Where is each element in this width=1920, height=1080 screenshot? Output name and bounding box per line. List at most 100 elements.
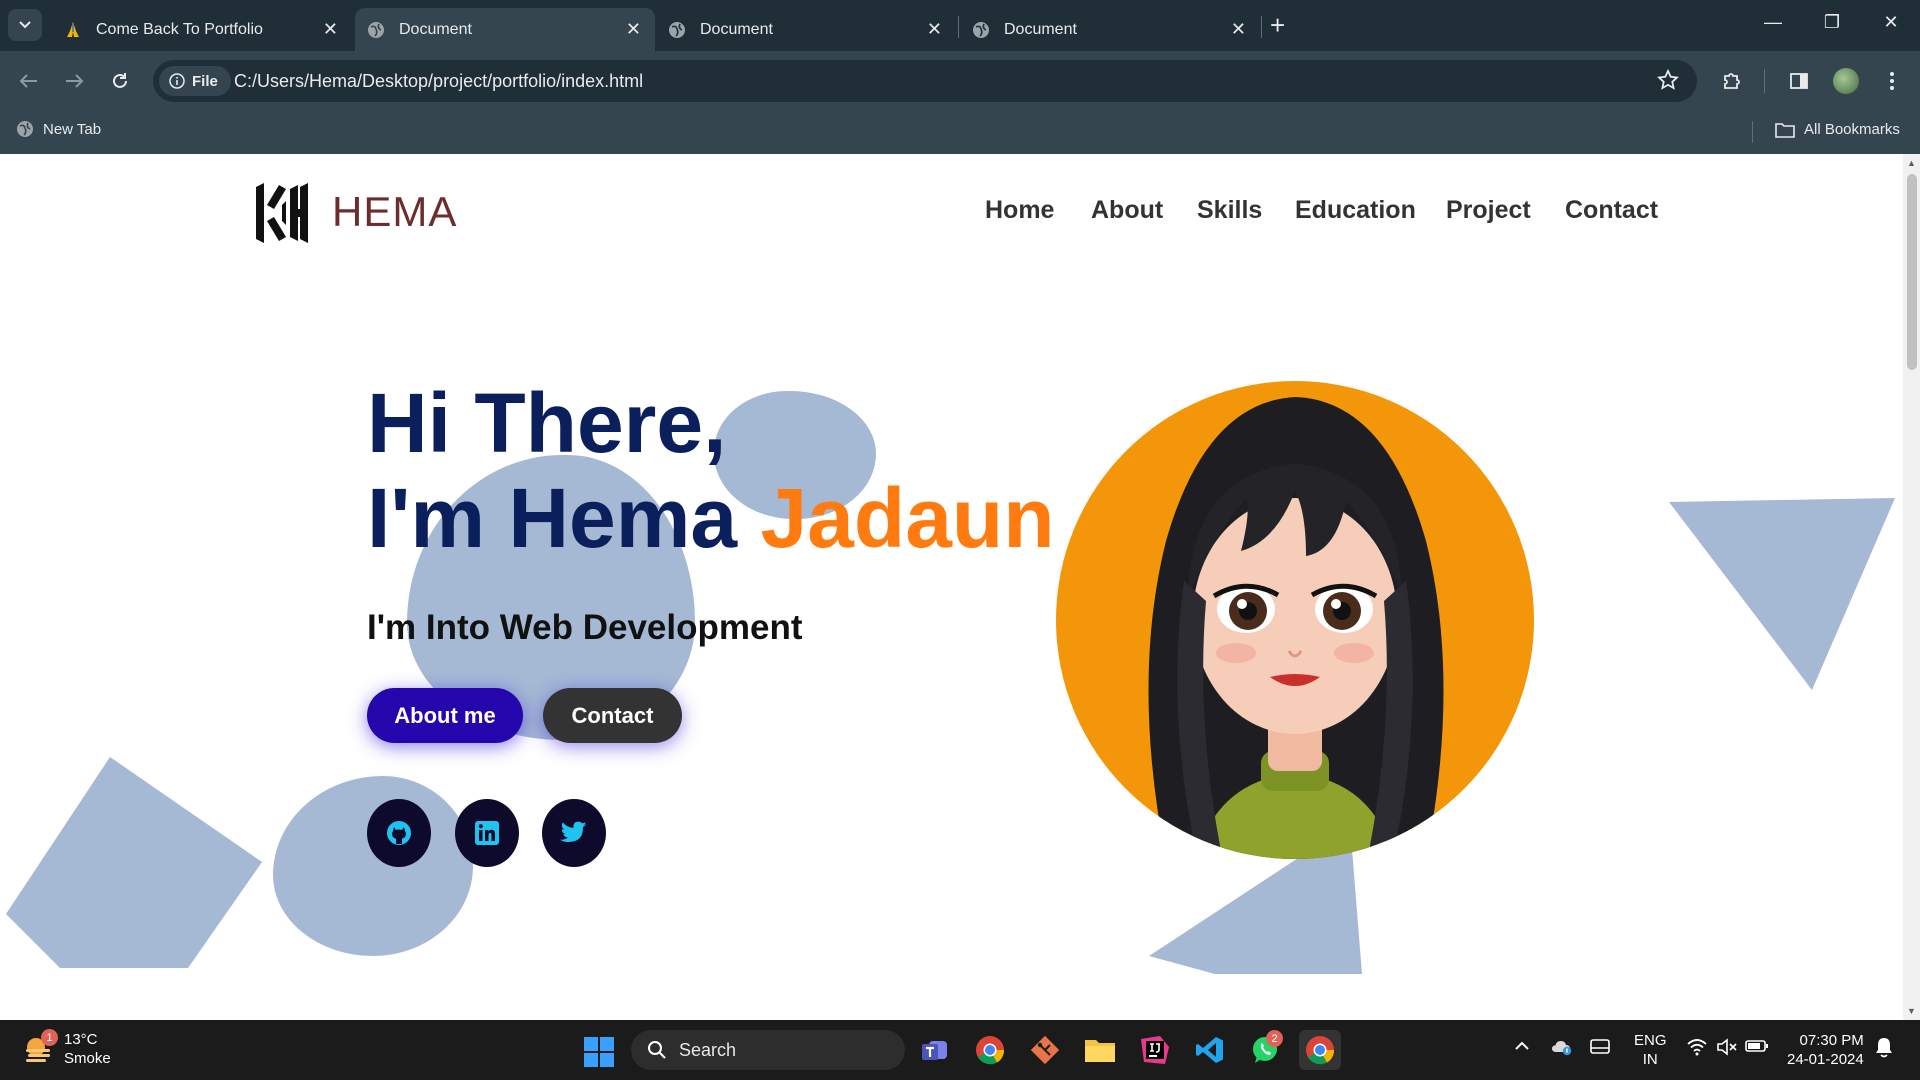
weather-condition: Smoke bbox=[64, 1050, 111, 1067]
globe-icon bbox=[17, 121, 33, 137]
nav-link-contact[interactable]: Contact bbox=[1565, 196, 1658, 225]
twitter-icon bbox=[560, 821, 587, 842]
minimize-icon[interactable]: — bbox=[1758, 12, 1788, 33]
whatsapp-badge: 2 bbox=[1266, 1030, 1283, 1047]
close-tab-icon[interactable]: ✕ bbox=[626, 19, 641, 40]
input-language[interactable]: ENG IN bbox=[1634, 1031, 1667, 1069]
info-icon bbox=[169, 73, 185, 89]
restore-icon[interactable]: ❐ bbox=[1817, 12, 1847, 33]
about-me-button[interactable]: About me bbox=[367, 688, 523, 743]
globe-icon bbox=[367, 21, 385, 39]
brand-name[interactable]: HEMA bbox=[332, 188, 457, 236]
tab-separator bbox=[958, 16, 959, 38]
address-bar[interactable]: File C:/Users/Hema/Desktop/project/portf… bbox=[153, 60, 1697, 102]
forward-arrow-icon[interactable] bbox=[60, 67, 88, 95]
language-code: ENG bbox=[1634, 1032, 1667, 1049]
more-menu-icon[interactable] bbox=[1878, 67, 1906, 95]
windows-taskbar: 1 13°C Smoke Search 2 ENG IN 07:30 PM 24… bbox=[0, 1020, 1920, 1080]
teams-app-icon[interactable] bbox=[914, 1030, 956, 1070]
decorative-blob bbox=[273, 776, 473, 956]
tab-search-button[interactable] bbox=[8, 9, 42, 41]
wifi-icon[interactable] bbox=[1686, 1038, 1708, 1059]
tab-strip: Come Back To Portfolio ✕ Document ✕ Docu… bbox=[0, 0, 1920, 51]
weather-widget[interactable]: 1 13°C Smoke bbox=[22, 1029, 111, 1068]
github-icon bbox=[387, 821, 411, 845]
reload-icon[interactable] bbox=[106, 67, 134, 95]
hero-name-accent: Jadaun bbox=[760, 471, 1055, 565]
extensions-puzzle-icon[interactable] bbox=[1718, 67, 1746, 95]
site-info-chip[interactable]: File bbox=[159, 66, 231, 96]
bookmark-label: New Tab bbox=[43, 120, 102, 138]
back-arrow-icon[interactable] bbox=[15, 67, 43, 95]
intellij-app-icon[interactable] bbox=[1134, 1030, 1176, 1070]
scroll-up-arrow-icon[interactable]: ▲ bbox=[1906, 158, 1917, 168]
show-hidden-icons-chevron-icon[interactable] bbox=[1514, 1038, 1530, 1054]
hero-subtitle: I'm Into Web Development bbox=[367, 608, 803, 647]
battery-icon[interactable] bbox=[1745, 1038, 1769, 1057]
bookmark-new-tab[interactable]: New Tab bbox=[16, 120, 101, 138]
page-viewport: HEMA Home About Skills Education Project… bbox=[0, 154, 1920, 1020]
folder-icon bbox=[1775, 122, 1795, 138]
nav-link-skills[interactable]: Skills bbox=[1197, 196, 1262, 225]
hero-name-first: I'm Hema bbox=[367, 471, 761, 565]
praying-hands-icon bbox=[64, 21, 82, 39]
contact-button[interactable]: Contact bbox=[543, 688, 682, 743]
page-scrollbar[interactable]: ▲ ▼ bbox=[1903, 154, 1920, 1020]
brand-logo-icon[interactable] bbox=[252, 181, 312, 250]
tab-document-active[interactable]: Document ✕ bbox=[355, 8, 655, 51]
onedrive-icon[interactable] bbox=[1551, 1038, 1573, 1059]
close-tab-icon[interactable]: ✕ bbox=[1231, 19, 1246, 40]
windows-start-icon[interactable] bbox=[584, 1037, 614, 1067]
linkedin-icon bbox=[475, 821, 499, 845]
tab-separator bbox=[1261, 16, 1262, 38]
tab-come-back-to-portfolio[interactable]: Come Back To Portfolio ✕ bbox=[52, 8, 352, 51]
profile-avatar[interactable] bbox=[1833, 68, 1859, 94]
github-link[interactable] bbox=[367, 799, 431, 867]
weather-badge: 1 bbox=[41, 1029, 58, 1046]
tab-title: Document bbox=[399, 20, 472, 38]
globe-icon bbox=[972, 21, 990, 39]
side-panel-icon[interactable] bbox=[1785, 67, 1813, 95]
scroll-down-arrow-icon[interactable]: ▼ bbox=[1906, 1006, 1917, 1016]
nav-link-project[interactable]: Project bbox=[1446, 196, 1531, 225]
display-icon[interactable] bbox=[1590, 1038, 1610, 1059]
all-bookmarks-button[interactable]: All Bookmarks bbox=[1775, 121, 1900, 138]
file-explorer-app-icon[interactable] bbox=[1079, 1030, 1121, 1070]
git-app-icon[interactable] bbox=[1024, 1030, 1066, 1070]
twitter-link[interactable] bbox=[542, 799, 606, 867]
hero-name-heading: I'm Hema Jadaun bbox=[367, 476, 1055, 560]
volume-muted-icon[interactable] bbox=[1716, 1038, 1738, 1059]
close-tab-icon[interactable]: ✕ bbox=[323, 19, 338, 40]
toolbar-separator bbox=[1764, 69, 1765, 93]
taskbar-clock[interactable]: 07:30 PM 24-01-2024 bbox=[1787, 1031, 1864, 1069]
tab-document[interactable]: Document ✕ bbox=[656, 8, 956, 51]
whatsapp-app-icon[interactable]: 2 bbox=[1244, 1030, 1286, 1070]
bookmark-separator bbox=[1752, 121, 1753, 143]
notifications-icon[interactable] bbox=[1874, 1036, 1894, 1061]
search-placeholder: Search bbox=[679, 1039, 737, 1060]
bookmarks-bar: New Tab All Bookmarks bbox=[0, 111, 1920, 154]
chrome-app-icon[interactable] bbox=[969, 1030, 1011, 1070]
globe-icon bbox=[668, 21, 686, 39]
clock-date: 24-01-2024 bbox=[1787, 1051, 1864, 1068]
weather-temp: 13°C bbox=[64, 1031, 98, 1048]
scheme-label: File bbox=[192, 72, 218, 90]
nav-link-about[interactable]: About bbox=[1091, 196, 1163, 225]
close-tab-icon[interactable]: ✕ bbox=[927, 19, 942, 40]
taskbar-search[interactable]: Search bbox=[631, 1030, 905, 1070]
tab-document[interactable]: Document ✕ bbox=[960, 8, 1260, 51]
new-tab-plus-icon[interactable]: + bbox=[1270, 10, 1285, 40]
linkedin-link[interactable] bbox=[455, 799, 519, 867]
decorative-triangle-shape bbox=[1669, 498, 1895, 690]
nav-link-education[interactable]: Education bbox=[1295, 196, 1416, 225]
tab-title: Come Back To Portfolio bbox=[96, 20, 263, 38]
close-window-icon[interactable]: ✕ bbox=[1876, 12, 1906, 33]
scroll-thumb[interactable] bbox=[1907, 174, 1917, 370]
vscode-app-icon[interactable] bbox=[1189, 1030, 1231, 1070]
bookmark-star-icon[interactable] bbox=[1656, 68, 1680, 96]
clock-time: 07:30 PM bbox=[1799, 1032, 1864, 1049]
chrome-dev-app-icon[interactable] bbox=[1299, 1030, 1341, 1070]
url-text[interactable]: C:/Users/Hema/Desktop/project/portfolio/… bbox=[234, 71, 643, 92]
chevron-down-icon bbox=[19, 21, 31, 29]
nav-link-home[interactable]: Home bbox=[985, 196, 1054, 225]
